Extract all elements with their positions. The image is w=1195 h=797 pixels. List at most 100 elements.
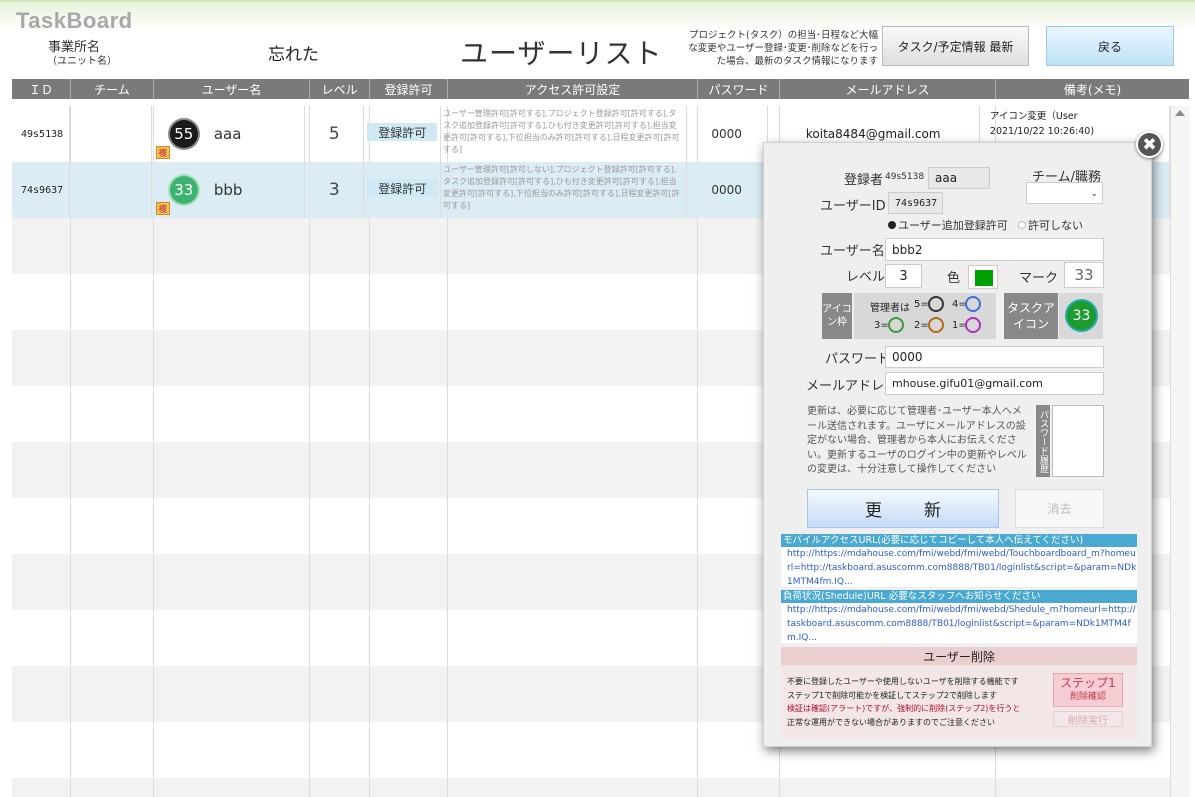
ring-label-3: 3= [874, 320, 889, 331]
password-history-box [1052, 405, 1104, 477]
level-label: レベル [846, 270, 886, 285]
registrant-id: 49s5138 [885, 172, 925, 182]
permission-badge: 登録許可 [367, 179, 438, 197]
row-access: ユーザー管理許可[許可する],プロジェクト登録許可[許可する],タスク追加登録許… [441, 106, 687, 162]
radio-deny[interactable]: 許可しない [1018, 217, 1083, 233]
email-label: メールアドレス [806, 379, 898, 394]
mark-label: マーク [1019, 271, 1059, 286]
table-header: ＩＤ チーム ユーザー名 レベル 登録許可 アクセス許可設定 パスワード メール… [12, 79, 1189, 99]
empty-row [12, 778, 1170, 797]
scroll-up-icon[interactable] [1175, 110, 1185, 116]
user-avatar-icon: 55 [169, 120, 198, 148]
refresh-task-info-button[interactable]: タスク/予定情報 最新 [882, 26, 1029, 66]
delete-step1-button[interactable]: ステップ1 削除確認 [1053, 673, 1123, 707]
table-scrollbar[interactable] [1170, 106, 1189, 797]
delete-user-section: 不要に登録したユーザーや使用しないユーザを削除する機能です ステップ1で削除可能… [781, 665, 1137, 739]
ring-2-icon[interactable] [928, 317, 944, 333]
row-access: ユーザー管理許可[許可しない],プロジェクト登録許可[許可する],タスク追加登録… [441, 162, 687, 218]
icon-frame-label: アイコン枠 [822, 293, 852, 339]
page-title: ユーザーリスト [460, 37, 663, 70]
task-icon-label: タスクアイコン [1004, 293, 1058, 339]
delete-line: 不要に登録したユーザーや使用しないユーザを削除する機能です [787, 677, 1019, 686]
userid-label: ユーザーID [820, 199, 886, 214]
row-team [70, 106, 152, 162]
team-select[interactable]: ⌄ [1026, 182, 1103, 204]
radio-checked-icon [888, 221, 896, 229]
close-icon[interactable]: ✖ [1136, 131, 1163, 158]
permission-badge: 登録許可 [367, 123, 438, 141]
duplicate-badge: 複 [155, 202, 170, 215]
duplicate-badge: 複 [155, 146, 170, 159]
admin-label: 管理者は [870, 303, 910, 314]
delete-warning: 検証は確認(アラート)ですが、強制的に削除(ステップ2)を行うと [787, 704, 1021, 713]
forgot-link[interactable]: 忘れた [268, 40, 319, 65]
memo-line: 2021/10/22 10:26:40) [989, 126, 1095, 137]
task-icon-preview: 33 [1059, 293, 1103, 339]
mobile-url-header: モバイルアクセスURL(必要に応じてコピーして本人へ伝えてください) [781, 534, 1137, 547]
col-memo: 備考(メモ) [1063, 82, 1122, 97]
row-password: 0000 [687, 162, 768, 218]
mark-input[interactable]: 33 [1064, 262, 1104, 288]
col-access: アクセス許可設定 [448, 79, 698, 99]
userid-field: 74s9637 [888, 192, 943, 214]
row-permission: 登録許可 [364, 106, 441, 162]
ring-label-5: 5= [914, 299, 929, 310]
username-input[interactable]: bbb2 [885, 238, 1104, 261]
update-note: 更新は、必要に応じて管理者･ユーザー本人へメール送信されます。ユーザにメールアド… [807, 406, 1027, 475]
password-label: パスワード [825, 352, 891, 367]
icon-frame-selector: 管理者は 5= 4= 3= 2= 1= [854, 293, 996, 339]
row-team [70, 162, 152, 218]
shedule-url-header: 負荷状況(Shedule)URL 必要なスタッフへお知らせください [781, 590, 1137, 603]
col-permission: 登録許可 [370, 79, 448, 99]
row-user: 33 bbb 複 [152, 162, 306, 218]
delete-line: ステップ1で削除可能かを検証してステップ2で削除します [787, 690, 997, 700]
header-hint: プロジェクト(タスク）の担当･日程など大幅な変更やユーザー登録･変更･削除などを… [688, 30, 878, 67]
row-user: 55 aaa 複 [152, 106, 306, 162]
ring-label-2: 2= [914, 320, 929, 331]
email-input[interactable]: mhouse.gifu01@gmail.com [885, 372, 1104, 395]
row-level: 5 [305, 106, 365, 162]
delete-execute-button[interactable]: 削除実行 [1053, 711, 1123, 727]
col-id: ＩＤ [12, 79, 71, 99]
color-label: 色 [947, 271, 961, 286]
color-swatch [975, 270, 993, 286]
username-label: ユーザー名 [820, 244, 885, 259]
app-logo: TaskBoard [16, 8, 133, 33]
update-button[interactable]: 更新 [807, 489, 999, 528]
password-history-label: パスワード履歴 [1036, 405, 1050, 477]
level-input[interactable]: 3 [885, 264, 922, 288]
row-username: aaa [213, 125, 242, 143]
unit-name: （ユニット名） [47, 56, 117, 67]
user-avatar-icon: 33 [169, 176, 198, 204]
memo-line: アイコン変更（User [989, 111, 1078, 122]
delete-user-header: ユーザー削除 [781, 647, 1137, 665]
delete-description: 不要に登録したユーザーや使用しないユーザを削除する機能です ステップ1で削除可能… [787, 675, 1055, 729]
registrant-label: 登録者 [844, 173, 884, 188]
col-password: パスワード [698, 79, 780, 99]
radio-deny-label: 許可しない [1028, 219, 1083, 232]
mobile-url-text[interactable]: http://https://mdahouse.com/fmi/webd/fmi… [781, 547, 1137, 587]
chevron-down-icon: ⌄ [1090, 189, 1098, 199]
shedule-url-text[interactable]: http://https://mdahouse.com/fmi/webd/fmi… [781, 603, 1137, 643]
row-id: 74s9637 [12, 162, 71, 218]
col-team: チーム [71, 79, 154, 99]
ring-1-icon[interactable] [965, 317, 981, 333]
radio-allow[interactable]: ユーザー追加登録許可 [888, 217, 1008, 233]
row-password: 0000 [687, 106, 768, 162]
back-button[interactable]: 戻る [1046, 26, 1174, 66]
row-permission: 登録許可 [364, 162, 441, 218]
color-picker[interactable] [968, 265, 998, 289]
row-username: bbb [213, 181, 243, 199]
row-level: 3 [305, 162, 365, 218]
password-input[interactable]: 0000 [885, 346, 1104, 368]
ring-3-icon[interactable] [888, 317, 904, 333]
registrant-name-field: aaa [928, 167, 990, 189]
radio-unchecked-icon [1018, 221, 1026, 229]
step1-label: ステップ1 [1060, 676, 1116, 690]
ring-4-icon[interactable] [965, 296, 981, 312]
user-edit-dialog: 登録者 49s5138 aaa チーム/職務 ⌄ ユーザーID 74s9637 … [763, 142, 1152, 747]
radio-allow-label: ユーザー追加登録許可 [898, 219, 1008, 232]
ring-5-icon[interactable] [928, 296, 944, 312]
col-username: ユーザー名 [154, 79, 310, 99]
clear-button[interactable]: 消去 [1015, 489, 1104, 528]
